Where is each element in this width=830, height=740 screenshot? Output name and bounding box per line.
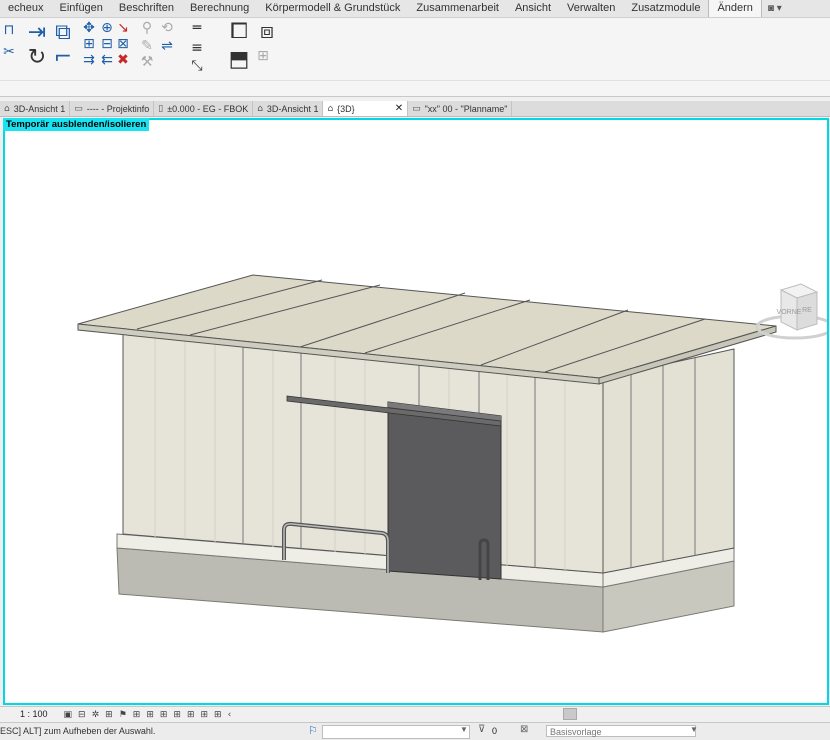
ribbon-tab[interactable]: Berechnung: [182, 0, 257, 17]
dimension-icon[interactable]: ⟲: [158, 20, 176, 38]
3d-view-icon: ⌂: [257, 103, 263, 114]
view-tab[interactable]: ▭ "xx" 00 - "Planname": [408, 101, 513, 116]
view-control-icon[interactable]: ⊞: [214, 710, 222, 720]
view-control-icon[interactable]: ✲: [92, 710, 100, 720]
view-control-icon[interactable]: ⊞: [146, 710, 154, 720]
create-assembly-icon[interactable]: ⧈: [254, 20, 280, 46]
measure-icon[interactable]: ⚲: [138, 20, 156, 38]
ribbon-tab[interactable]: Ändern: [708, 0, 762, 17]
view-tab-bar: ⌂ 3D-Ansicht 1 ▭ ---- - Projektinfo ▯ ±0.000 …: [0, 101, 830, 117]
ribbon-tab[interactable]: Zusammenarbeit: [408, 0, 507, 17]
offset-icon[interactable]: ⧉: [50, 21, 76, 47]
viewcube-front-label: VORNE: [777, 309, 802, 316]
filter-icon[interactable]: ⊽: [478, 724, 485, 735]
workset-icon[interactable]: ⚐: [308, 724, 318, 737]
sheet-icon: ▭: [412, 103, 421, 114]
selection-count: 0: [492, 726, 498, 736]
design-options-icon[interactable]: ⊠: [520, 724, 528, 735]
view-tab[interactable]: ▭ ---- - Projektinfo: [70, 101, 155, 116]
view-control-icon[interactable]: ⊞: [105, 710, 113, 720]
chevron-down-icon[interactable]: ▼: [460, 725, 468, 734]
view-control-icon[interactable]: ⊞: [133, 710, 141, 720]
view-tab-label: {3D}: [337, 103, 355, 114]
temporary-isolate-label: Temporär ausblenden/isolieren: [3, 118, 150, 131]
3d-viewport[interactable]: VORNE RE: [3, 118, 829, 705]
ribbon-tab[interactable]: Verwalten: [559, 0, 623, 17]
wall-join-icon[interactable]: ≡: [188, 40, 206, 58]
rotate-icon[interactable]: ↻: [24, 46, 50, 72]
plan-icon: ▯: [158, 103, 164, 114]
ribbon-tab[interactable]: Ansicht: [507, 0, 559, 17]
workset-dropdown[interactable]: [322, 725, 470, 739]
design-option-dropdown[interactable]: Basisvorlage: [546, 725, 696, 737]
view-tab[interactable]: ⌂ 3D-Ansicht 1: [0, 101, 71, 116]
view-tab-label: "xx" 00 - "Planname": [424, 103, 508, 114]
view-tab-label: 3D-Ansicht 1: [266, 103, 319, 114]
ribbon-tab[interactable]: Zusatzmodule: [623, 0, 708, 17]
demolish-icon[interactable]: ⚒: [138, 54, 156, 72]
3d-view-icon: ⌂: [4, 103, 10, 114]
ribbon-tab[interactable]: Einfügen: [51, 0, 110, 17]
view-tab[interactable]: ⌂ 3D-Ansicht 1: [253, 101, 324, 116]
horizontal-scrollbar-thumb[interactable]: [563, 708, 577, 720]
view-control-icon[interactable]: ▣: [64, 710, 73, 720]
align-icon[interactable]: ⇥: [24, 21, 50, 47]
view-control-icon[interactable]: ⊞: [160, 710, 168, 720]
sheet-icon: ▭: [74, 103, 83, 114]
view-tab-label: 3D-Ansicht 1: [13, 103, 66, 114]
chevron-down-icon[interactable]: ▼: [690, 725, 698, 734]
pin-icon[interactable]: ⇉: [80, 52, 98, 70]
view-control-icon[interactable]: ⚑: [119, 710, 127, 720]
ribbon-tab[interactable]: Körpermodell & Grundstück: [257, 0, 408, 17]
cut-icon[interactable]: ✂: [0, 44, 18, 62]
create-group-icon[interactable]: ⧠: [226, 20, 252, 46]
view-scale[interactable]: 1 : 100: [20, 709, 48, 719]
ribbon-tab[interactable]: Beschriften: [111, 0, 182, 17]
view-control-icons: ▣ ⊟ ✲ ⊞ ⚑ ⊞ ⊞ ⊞ ⊞ ⊞ ⊞ ⊞ ‹: [64, 708, 238, 720]
view-tab-label: ±0.000 - EG - FBOK: [167, 103, 249, 114]
level-line-icon[interactable]: ═: [188, 20, 206, 38]
sliding-door: [387, 401, 502, 580]
view-control-icon[interactable]: ⊞: [187, 710, 195, 720]
join-icon[interactable]: ⇌: [158, 38, 176, 56]
ribbon-panel: ⊓ ✂ ⇥ ↻ ⧉ ⌐ ✥ ⊕ ↘ ⊞ ⊟ ⊠ ⇉ ⇇ ✖ ⚲ ⟲ ✎ ⇌ ⚒ …: [0, 18, 830, 97]
delete-icon[interactable]: ✖: [114, 52, 132, 70]
view-control-icon[interactable]: ⊞: [201, 710, 209, 720]
view-control-bar: 1 : 100 ▣ ⊟ ✲ ⊞ ⚑ ⊞ ⊞ ⊞ ⊞ ⊞ ⊞ ⊞ ‹: [0, 706, 830, 721]
status-message: ESC] ALT] zum Aufheben der Auswahl.: [0, 726, 156, 736]
view-control-icon[interactable]: ⊞: [173, 710, 181, 720]
wall-side: [602, 348, 735, 574]
3d-view-icon: ⌂: [327, 103, 334, 114]
close-icon[interactable]: ✕: [395, 103, 403, 114]
create-parts-icon[interactable]: ⬒: [226, 48, 252, 74]
paste-icon[interactable]: ⊓: [0, 22, 18, 40]
trim-icon[interactable]: ⌐: [50, 46, 76, 72]
view-tab-label: ---- - Projektinfo: [86, 103, 150, 114]
status-bar: ESC] ALT] zum Aufheben der Auswahl. ⚐ ▼ …: [0, 722, 830, 740]
ribbon-tab-bar: echeux Einfügen Beschriften Berechnung Körpe…: [0, 0, 830, 18]
ribbon-display-options[interactable]: ◙ ▾: [768, 3, 782, 14]
view-control-icon[interactable]: ‹: [228, 710, 232, 720]
line-tool-icon[interactable]: ⤡: [188, 58, 206, 76]
view-control-icon[interactable]: ⊟: [78, 710, 86, 720]
viewcube[interactable]: VORNE RE: [755, 280, 829, 350]
viewcube-right-label: RE: [802, 307, 812, 314]
view-tab[interactable]: ⌂ {3D} ✕: [323, 101, 409, 116]
ribbon-tab[interactable]: echeux: [0, 0, 51, 17]
view-tab[interactable]: ▯ ±0.000 - EG - FBOK: [154, 101, 254, 116]
dimension-tool-icon[interactable]: ⊞: [254, 48, 272, 66]
3d-building-model[interactable]: [5, 120, 827, 703]
